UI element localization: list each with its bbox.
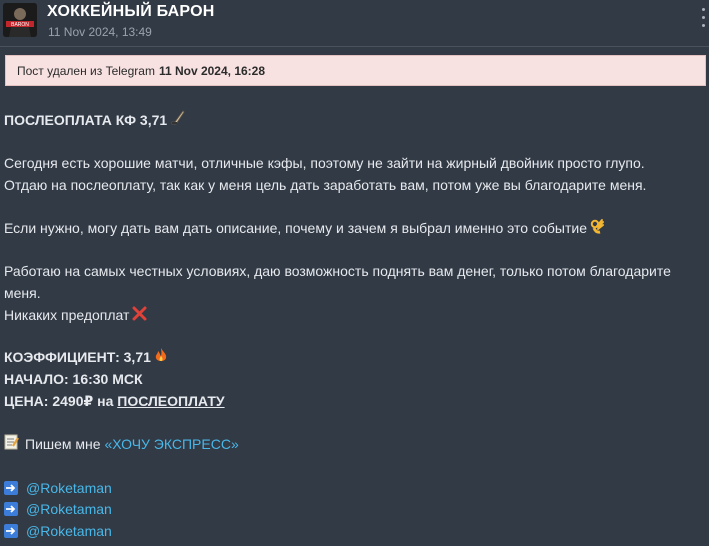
header-divider (0, 46, 709, 47)
channel-name[interactable]: ХОККЕЙНЫЙ БАРОН (47, 3, 214, 21)
paragraph-3-line-1: Работаю на самых честных условиях, даю в… (4, 263, 671, 279)
contact-link[interactable]: @Roketaman (26, 480, 112, 496)
contact-row-1: @Roketaman (4, 477, 112, 499)
notice-date: 11 Nov 2024, 16:28 (158, 63, 266, 78)
paragraph-3-line-2: меня. (4, 285, 41, 301)
start-time-line: НАЧАЛО: 16:30 МСК (4, 371, 143, 387)
write-me-line: Пишем мне «ХОЧУ ЭКСПРЕСС» (4, 433, 239, 456)
memo-icon (4, 434, 19, 456)
paragraph-1-line-1: Сегодня есть хорошие матчи, отличные кэф… (4, 155, 645, 171)
hockey-stick-icon (170, 110, 186, 132)
deleted-notice: Пост удален из Telegram 11 Nov 2024, 16:… (5, 55, 706, 86)
paragraph-4-line: Никаких предоплат (4, 304, 147, 327)
ok-hand-icon (590, 218, 605, 240)
price-line: ЦЕНА: 2490₽ на ПОСЛЕОПЛАТУ (4, 390, 225, 412)
hockey-baron-avatar-icon: BARON (3, 3, 37, 37)
postpayment-link[interactable]: ПОСЛЕОПЛАТУ (117, 393, 224, 409)
post-title-line: ПОСЛЕОПЛАТА КФ 3,71 (4, 109, 186, 132)
post-title: ПОСЛЕОПЛАТА КФ 3,71 (4, 112, 168, 128)
fire-icon (154, 347, 168, 369)
price-text: ЦЕНА: 2490₽ на (4, 393, 114, 409)
right-arrow-icon (4, 524, 18, 539)
vertical-dots-icon[interactable] (700, 8, 708, 32)
right-arrow-icon (4, 481, 18, 496)
express-keyword-link[interactable]: «ХОЧУ ЭКСПРЕСС» (104, 436, 238, 452)
contact-row-3: @Roketaman (4, 520, 112, 542)
paragraph-2-line: Если нужно, могу дать вам дать описание,… (4, 217, 605, 240)
channel-avatar[interactable]: BARON (3, 3, 37, 37)
coefficient-line: КОЭФФИЦИЕНТ: 3,71 (4, 346, 168, 369)
post-header: BARON ХОККЕЙНЫЙ БАРОН 11 Nov 2024, 13:49 (0, 0, 709, 46)
write-me-text: Пишем мне (25, 436, 101, 452)
contact-link[interactable]: @Roketaman (26, 523, 112, 539)
contact-link[interactable]: @Roketaman (26, 501, 112, 517)
no-prepayment-text: Никаких предоплат (4, 307, 130, 323)
notice-text: Пост удален из Telegram (17, 63, 155, 78)
post-date: 11 Nov 2024, 13:49 (48, 25, 152, 39)
contact-row-2: @Roketaman (4, 498, 112, 520)
coefficient-text: КОЭФФИЦИЕНТ: 3,71 (4, 349, 151, 365)
paragraph-2: Если нужно, могу дать вам дать описание,… (4, 220, 587, 236)
cross-mark-icon (132, 305, 147, 327)
svg-text:BARON: BARON (11, 22, 29, 28)
paragraph-1-line-2: Отдаю на послеоплату, так как у меня цел… (4, 177, 647, 193)
right-arrow-icon (4, 502, 18, 517)
